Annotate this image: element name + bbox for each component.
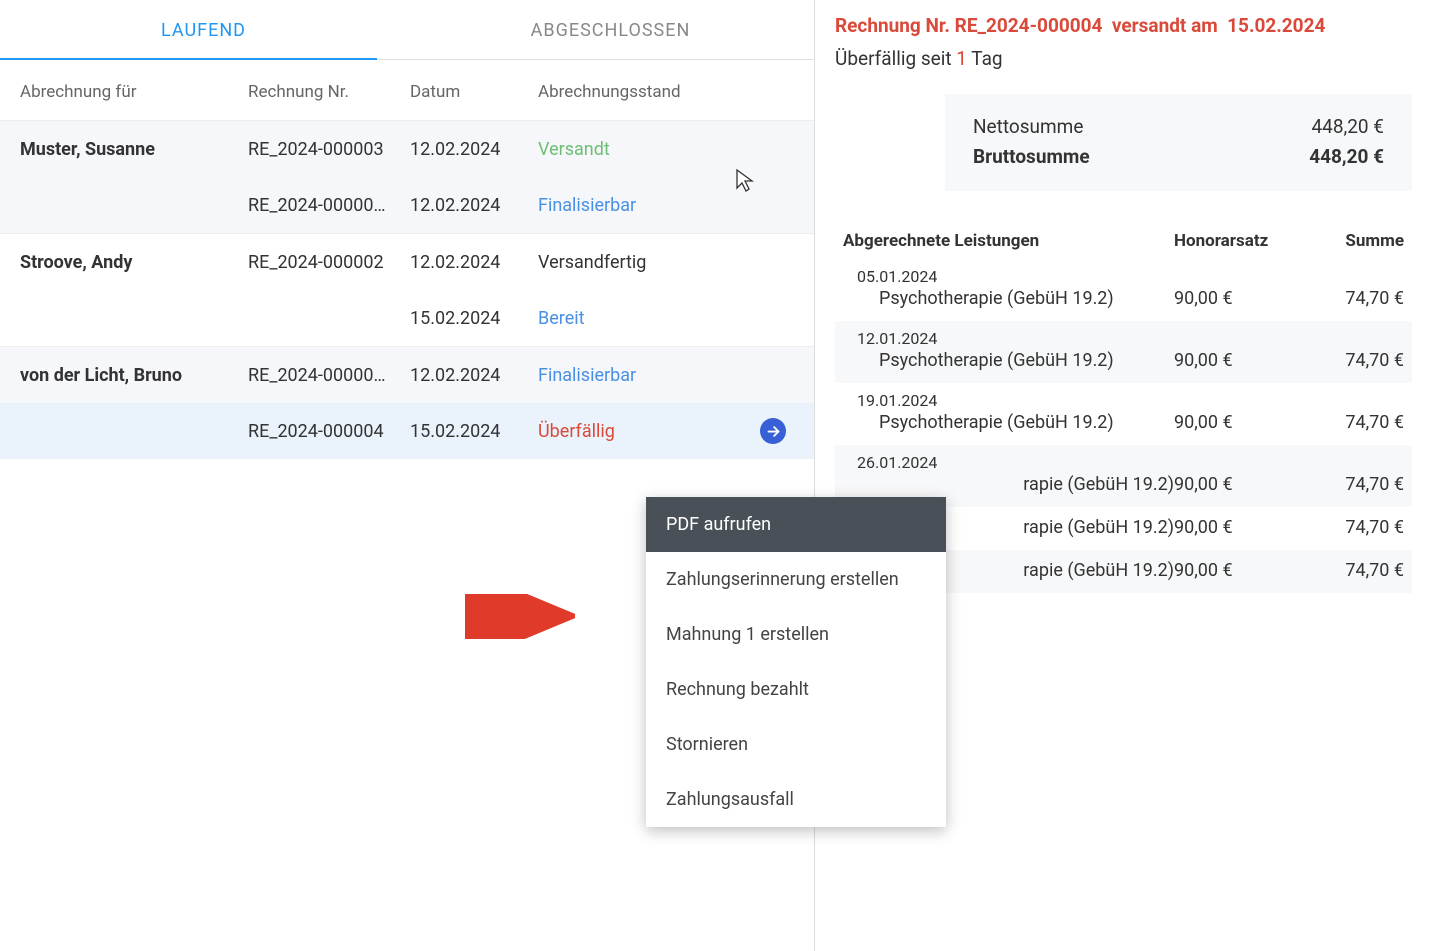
table-row-selected[interactable]: RE_2024-000004 15.02.2024 Überfällig bbox=[0, 403, 814, 459]
th-status: Abrechnungsstand bbox=[538, 82, 738, 102]
context-menu: PDF aufrufen Zahlungserinnerung erstelle… bbox=[646, 497, 946, 827]
tab-completed[interactable]: ABGESCHLOSSEN bbox=[407, 0, 814, 59]
table-row[interactable]: 15.02.2024 Bereit bbox=[0, 290, 814, 346]
invoice-status: Finalisierbar bbox=[538, 195, 738, 216]
patient-name: Muster, Susanne bbox=[0, 139, 248, 160]
gross-value: 448,20 € bbox=[1309, 142, 1384, 172]
invoice-header: Rechnung Nr. RE_2024-000004 versandt am … bbox=[835, 14, 1412, 37]
summary-box: Nettosumme 448,20 € Bruttosumme 448,20 € bbox=[945, 94, 1412, 191]
tabs: LAUFEND ABGESCHLOSSEN bbox=[0, 0, 814, 60]
invoice-date: 12.02.2024 bbox=[410, 195, 538, 216]
service-row: 19.01.2024 Psychotherapie (GebüH 19.2) 9… bbox=[835, 383, 1412, 445]
service-row: 12.01.2024 Psychotherapie (GebüH 19.2) 9… bbox=[835, 321, 1412, 383]
gross-label: Bruttosumme bbox=[973, 142, 1090, 172]
invoice-date: 15.02.2024 bbox=[410, 421, 538, 442]
th-invoice: Rechnung Nr. bbox=[248, 82, 410, 102]
th-date: Datum bbox=[410, 82, 538, 102]
table-row[interactable]: RE_2024-00000… 12.02.2024 Finalisierbar bbox=[0, 177, 814, 233]
overdue-line: Überfällig seit 1 Tag bbox=[835, 47, 1412, 70]
invoice-status: Finalisierbar bbox=[538, 365, 738, 386]
invoice-status: Versandfertig bbox=[538, 252, 738, 273]
invoice-no: RE_2024-000004 bbox=[248, 421, 410, 442]
table-header: Abrechnung für Rechnung Nr. Datum Abrech… bbox=[0, 60, 814, 120]
menu-item-pdf[interactable]: PDF aufrufen bbox=[646, 497, 946, 552]
invoice-date: 12.02.2024 bbox=[410, 365, 538, 386]
menu-item-default[interactable]: Zahlungsausfall bbox=[646, 772, 946, 827]
net-label: Nettosumme bbox=[973, 112, 1083, 142]
services-header: Abgerechnete Leistungen Honorarsatz Summ… bbox=[835, 231, 1412, 259]
invoice-date: 12.02.2024 bbox=[410, 139, 538, 160]
patient-name: Stroove, Andy bbox=[0, 252, 248, 273]
invoice-status: Überfällig bbox=[538, 421, 738, 442]
patient-name: von der Licht, Bruno bbox=[0, 365, 248, 386]
invoice-date: 12.02.2024 bbox=[410, 252, 538, 273]
invoice-no: RE_2024-00000… bbox=[248, 365, 410, 386]
open-detail-icon[interactable] bbox=[760, 418, 786, 444]
table-row[interactable]: Stroove, Andy RE_2024-000002 12.02.2024 … bbox=[0, 234, 814, 290]
th-patient: Abrechnung für bbox=[0, 82, 248, 102]
net-value: 448,20 € bbox=[1311, 112, 1384, 142]
invoice-no: RE_2024-00000… bbox=[248, 195, 410, 216]
tab-running[interactable]: LAUFEND bbox=[0, 0, 407, 59]
invoice-no: RE_2024-000002 bbox=[248, 252, 410, 273]
menu-item-reminder[interactable]: Zahlungserinnerung erstellen bbox=[646, 552, 946, 607]
annotation-arrow-icon bbox=[465, 594, 575, 644]
invoice-status: Versandt bbox=[538, 139, 738, 160]
patient-group: von der Licht, Bruno RE_2024-00000… 12.0… bbox=[0, 346, 814, 459]
patient-group: Stroove, Andy RE_2024-000002 12.02.2024 … bbox=[0, 233, 814, 346]
menu-item-cancel[interactable]: Stornieren bbox=[646, 717, 946, 772]
menu-item-paid[interactable]: Rechnung bezahlt bbox=[646, 662, 946, 717]
service-row: 05.01.2024 Psychotherapie (GebüH 19.2) 9… bbox=[835, 259, 1412, 321]
invoice-status: Bereit bbox=[538, 308, 738, 329]
invoice-date: 15.02.2024 bbox=[410, 308, 538, 329]
menu-item-dunning[interactable]: Mahnung 1 erstellen bbox=[646, 607, 946, 662]
table-row[interactable]: Muster, Susanne RE_2024-000003 12.02.202… bbox=[0, 121, 814, 177]
table-row[interactable]: von der Licht, Bruno RE_2024-00000… 12.0… bbox=[0, 347, 814, 403]
patient-group: Muster, Susanne RE_2024-000003 12.02.202… bbox=[0, 120, 814, 233]
invoice-no: RE_2024-000003 bbox=[248, 139, 410, 160]
